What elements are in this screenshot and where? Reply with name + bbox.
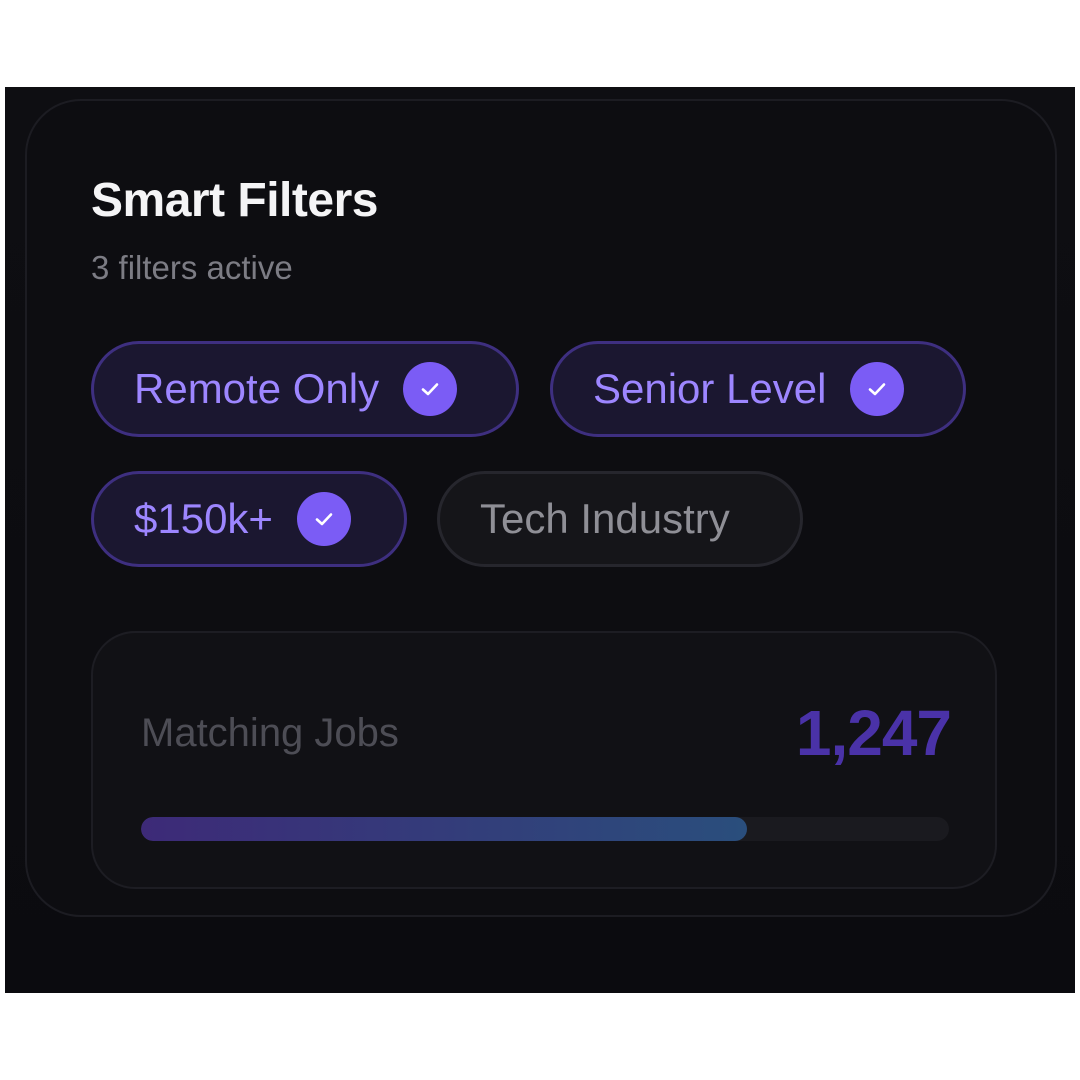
- filter-chip-label: $150k+: [134, 495, 273, 542]
- filter-chip-label: Remote Only: [134, 365, 380, 412]
- check-icon: [296, 492, 351, 546]
- filter-chip-remote-only[interactable]: Remote Only: [91, 341, 519, 437]
- filter-chip-salary[interactable]: $150k+: [91, 471, 407, 567]
- matching-jobs-count: 1,247: [795, 697, 952, 769]
- card-title: Smart Filters: [91, 174, 378, 227]
- active-filters-count: 3 filters active: [91, 249, 293, 286]
- check-icon: [403, 362, 458, 416]
- matching-jobs-panel: Matching Jobs 1,247: [91, 631, 997, 889]
- match-progress-fill: [141, 817, 747, 841]
- app-frame: Smart Filters 3 filters active Remote On…: [5, 87, 1075, 993]
- smart-filters-card: Smart Filters 3 filters active Remote On…: [25, 99, 1057, 917]
- filter-chip-senior-level[interactable]: Senior Level: [550, 341, 966, 437]
- filter-chip-label: Tech Industry: [480, 495, 730, 542]
- matching-jobs-label: Matching Jobs: [141, 711, 399, 755]
- filter-chip-label: Senior Level: [593, 365, 827, 412]
- check-icon: [850, 362, 905, 416]
- filter-chip-tech-industry[interactable]: Tech Industry: [437, 471, 803, 567]
- match-progress-bar: [141, 817, 949, 841]
